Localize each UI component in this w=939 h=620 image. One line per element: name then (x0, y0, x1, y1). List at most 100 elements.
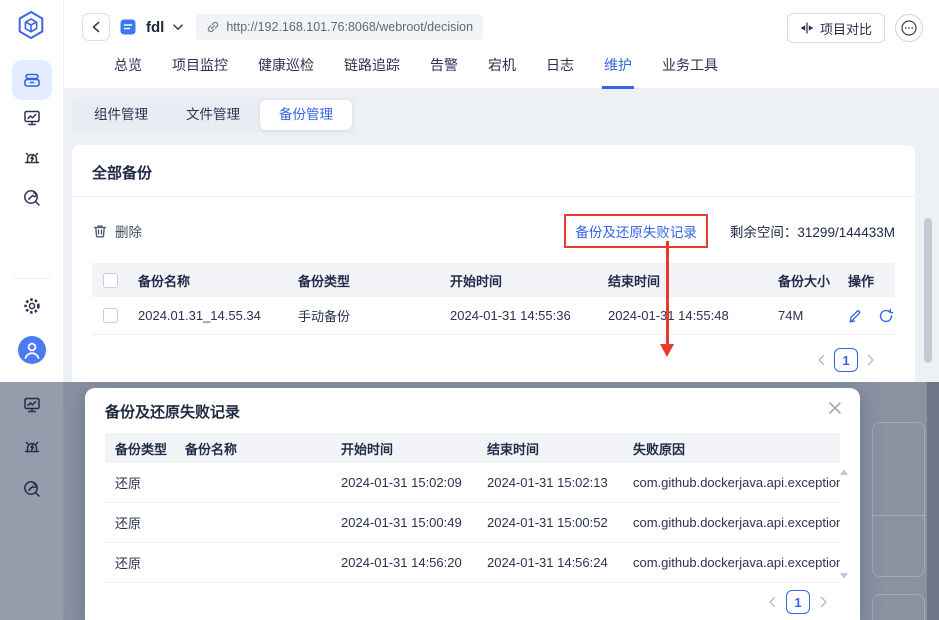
project-name[interactable]: fdl (146, 19, 164, 36)
app-logo-icon (15, 9, 47, 41)
drawer-icon (22, 70, 42, 90)
sidebar-item-settings[interactable] (22, 296, 42, 316)
row-checkbox[interactable] (102, 308, 118, 323)
mrow-end: 2024-01-31 15:00:52 (487, 515, 608, 530)
sidebar-item-backup-active[interactable] (12, 60, 52, 100)
current-page[interactable]: 1 (834, 348, 858, 372)
row-end-time: 2024-01-31 14:55:48 (608, 308, 729, 323)
row-backup-name: 2024.01.31_14.55.34 (138, 308, 261, 323)
col-start-time: 开始时间 (450, 273, 503, 289)
mrow-reason: com.github.dockerjava.api.exception.... (633, 555, 840, 570)
sidebar-item-tools[interactable] (22, 188, 42, 208)
mcol-backup-type: 备份类型 (115, 441, 168, 457)
next-page-icon[interactable] (820, 596, 828, 608)
link-icon (208, 21, 219, 33)
mrow-start: 2024-01-31 15:00:49 (341, 515, 462, 530)
mrow-start: 2024-01-31 14:56:20 (341, 555, 462, 570)
col-backup-size: 备份大小 (778, 273, 831, 289)
main-page: fdl http://192.168.101.76:8068/webroot/d… (0, 0, 939, 382)
sidebar-item-alarm[interactable] (22, 148, 42, 168)
mcol-fail-reason: 失败原因 (633, 441, 686, 457)
dimmed-page-panel (872, 422, 925, 577)
modal-table-row: 还原 2024-01-31 15:02:09 2024-01-31 15:02:… (105, 463, 840, 503)
project-dropdown-chevron-icon[interactable] (173, 23, 184, 31)
prev-page-icon[interactable] (817, 354, 825, 366)
chevron-left-icon (92, 21, 100, 33)
mrow-start: 2024-01-31 15:02:09 (341, 475, 462, 490)
tab-project-monitor[interactable]: 项目监控 (170, 47, 230, 89)
wrench-magnifier-icon (24, 190, 40, 206)
tab-health-check[interactable]: 健康巡检 (256, 47, 316, 89)
close-icon[interactable] (828, 401, 842, 415)
select-all-checkbox[interactable] (102, 272, 118, 288)
tab-log[interactable]: 日志 (544, 47, 576, 89)
fail-records-table: 备份类型 备份名称 开始时间 结束时间 失败原因 还原 2024-01-31 1… (105, 433, 848, 583)
backup-table: 备份名称 备份类型 开始时间 结束时间 备份大小 操作 2024.01.31_1… (92, 263, 895, 372)
prev-page-icon[interactable] (768, 596, 776, 608)
next-page-icon[interactable] (867, 354, 875, 366)
col-end-time: 结束时间 (608, 273, 661, 289)
remaining-space-value: 31299/144433M (797, 225, 895, 240)
mrow-reason: com.github.dockerjava.api.exception.... (633, 475, 840, 490)
primary-nav-tabs: 总览 项目监控 健康巡检 链路追踪 告警 宕机 日志 维护 业务工具 (112, 47, 720, 89)
col-operations: 操作 (848, 273, 875, 289)
subtab-backup-mgmt[interactable]: 备份管理 (260, 100, 352, 130)
restore-icon[interactable] (878, 308, 894, 324)
modal-current-page[interactable]: 1 (786, 590, 810, 614)
fail-records-modal: 备份及还原失败记录 备份类型 备份名称 开始时间 结束时间 失败原因 还原 20… (85, 388, 860, 620)
dimmed-scrollbar (927, 382, 939, 620)
page-scrollbar-thumb[interactable] (924, 218, 932, 363)
row-start-time: 2024-01-31 14:55:36 (450, 308, 571, 323)
col-backup-name: 备份名称 (138, 273, 191, 289)
gear-icon (24, 298, 40, 314)
modal-table-row: 还原 2024-01-31 14:56:20 2024-01-31 14:56:… (105, 543, 840, 583)
tab-overview[interactable]: 总览 (112, 47, 144, 89)
mrow-reason: com.github.dockerjava.api.exception.... (633, 515, 840, 530)
mrow-type: 还原 (115, 476, 142, 491)
delete-button[interactable]: 删除 (92, 221, 142, 241)
mcol-backup-name: 备份名称 (185, 441, 238, 457)
page-scrollbar-track[interactable] (924, 150, 932, 380)
dimmed-page-divider (872, 515, 925, 516)
more-options-button[interactable] (895, 14, 923, 42)
annotation-arrow-line (666, 241, 669, 344)
person-icon (24, 342, 40, 359)
project-compare-button[interactable]: 项目对比 (786, 13, 885, 43)
compare-button-label: 项目对比 (819, 21, 872, 37)
subtab-component-mgmt[interactable]: 组件管理 (75, 100, 167, 130)
tab-maintenance[interactable]: 维护 (602, 47, 634, 89)
tab-trace[interactable]: 链路追踪 (342, 47, 402, 89)
mcol-start-time: 开始时间 (341, 441, 394, 457)
user-avatar[interactable] (18, 336, 46, 364)
table-row: 2024.01.31_14.55.34 手动备份 2024-01-31 14:5… (92, 297, 895, 335)
trash-icon (93, 225, 107, 238)
mrow-type: 还原 (115, 516, 142, 531)
compare-icon (800, 22, 814, 34)
tab-alert[interactable]: 告警 (428, 47, 460, 89)
project-url[interactable]: http://192.168.101.76:8068/webroot/decis… (196, 14, 484, 40)
sidebar-item-monitor[interactable] (22, 108, 42, 128)
wrench-magnifier-icon (22, 479, 42, 499)
edit-icon[interactable] (848, 308, 864, 324)
annotation-arrow-head (660, 344, 674, 357)
sidebar-divider (14, 278, 50, 279)
table-scroll-up-icon[interactable] (840, 469, 848, 475)
back-button[interactable] (82, 13, 110, 41)
monitor-chart-icon (22, 395, 42, 415)
row-backup-type: 手动备份 (298, 309, 351, 324)
mrow-end: 2024-01-31 15:02:13 (487, 475, 608, 490)
circle-ellipsis-icon (901, 20, 917, 36)
tab-business-tools[interactable]: 业务工具 (660, 47, 720, 89)
modal-overlay: 备份及还原失败记录 备份类型 备份名称 开始时间 结束时间 失败原因 还原 20… (0, 382, 939, 620)
fail-records-link[interactable]: 备份及还原失败记录 (564, 214, 708, 248)
tab-downtime[interactable]: 宕机 (486, 47, 518, 89)
modal-pagination: 1 (768, 590, 828, 614)
modal-title: 备份及还原失败记录 (105, 404, 241, 421)
subtab-file-mgmt[interactable]: 文件管理 (167, 100, 259, 130)
delete-button-label: 删除 (115, 225, 142, 240)
mrow-type: 还原 (115, 556, 142, 571)
backup-table-header: 备份名称 备份类型 开始时间 结束时间 备份大小 操作 (92, 263, 895, 297)
col-backup-type: 备份类型 (298, 273, 351, 289)
secondary-tabs: 组件管理 文件管理 备份管理 (72, 97, 356, 133)
table-scroll-down-icon[interactable] (840, 573, 848, 579)
